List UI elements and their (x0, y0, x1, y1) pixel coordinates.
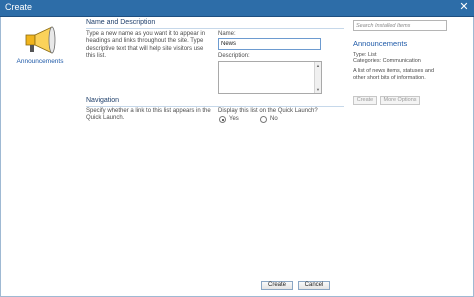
name-input[interactable] (218, 38, 321, 50)
scroll-down-icon[interactable]: ▼ (316, 87, 320, 92)
template-tile[interactable]: Announcements (2, 20, 74, 70)
name-label: Name: (218, 31, 236, 37)
close-icon[interactable]: ✕ (458, 1, 470, 14)
window-titlebar: Create ✕ (0, 0, 474, 17)
more-options-button[interactable]: More Options (380, 96, 420, 105)
details-categories: Categories: Communication (353, 58, 421, 64)
name-section-description: Type a new name as you want it to appear… (86, 31, 206, 59)
navigation-section-divider (86, 106, 344, 107)
megaphone-icon (25, 26, 56, 54)
quick-launch-no-radio[interactable] (260, 116, 267, 123)
quick-launch-question: Display this list on the Quick Launch? (218, 108, 318, 114)
navigation-section-description: Specify whether a link to this list appe… (86, 108, 211, 122)
description-label: Description: (218, 53, 250, 59)
create-button[interactable]: Create (261, 281, 293, 290)
navigation-section-title: Navigation (86, 97, 120, 104)
quick-launch-yes-label: Yes (229, 116, 239, 122)
name-section-title: Name and Description (86, 19, 156, 26)
name-section-divider (86, 28, 344, 29)
quick-launch-no-label: No (270, 116, 278, 122)
quick-launch-yes-radio[interactable] (219, 116, 226, 123)
details-title: Announcements (353, 39, 408, 48)
search-installed-items-input[interactable] (353, 20, 447, 31)
scroll-up-icon[interactable]: ▲ (316, 63, 320, 68)
template-label[interactable]: Announcements (2, 58, 78, 65)
details-create-button[interactable]: Create (353, 96, 377, 105)
window-title: Create (5, 2, 33, 12)
cancel-button[interactable]: Cancel (298, 281, 330, 290)
description-textarea[interactable]: ▲ ▼ (218, 61, 322, 94)
description-scrollbar[interactable]: ▲ ▼ (314, 62, 321, 93)
details-description: A list of news items, statuses and other… (353, 68, 435, 81)
